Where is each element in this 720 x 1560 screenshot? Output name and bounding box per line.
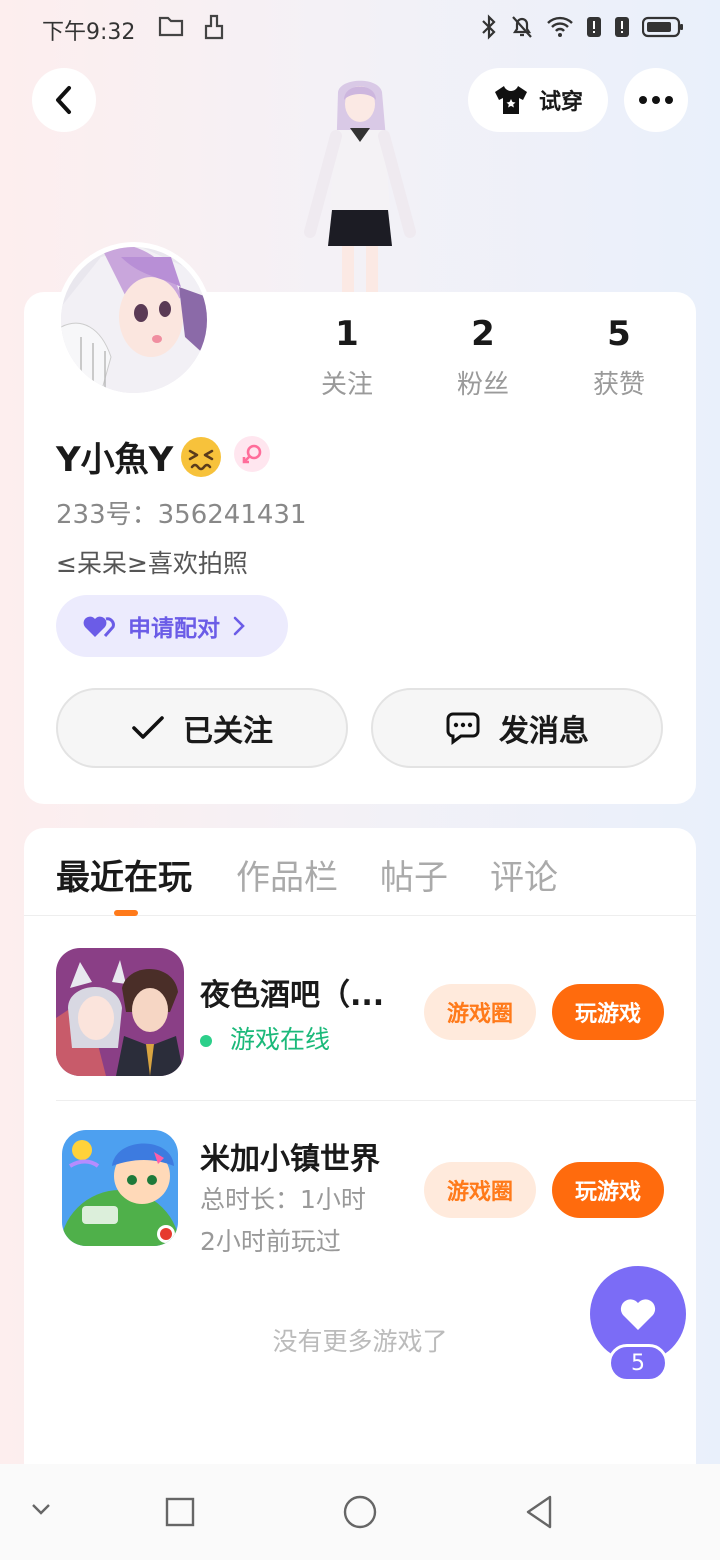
online-status-text: 游戏在线: [230, 1025, 331, 1054]
heart-icon: [620, 1299, 656, 1330]
try-on-button[interactable]: 试穿: [468, 68, 608, 132]
try-on-label: 试穿: [538, 90, 583, 115]
game-icon[interactable]: [56, 948, 184, 1076]
game-duration: 总时长：1小时: [200, 1185, 366, 1214]
more-button[interactable]: [624, 68, 688, 132]
stat-followers[interactable]: 2 粉丝: [428, 314, 538, 401]
pair-request-label: 申请配对: [128, 616, 220, 642]
tab-works[interactable]: 作品栏: [236, 850, 338, 899]
follow-button[interactable]: 已关注: [56, 688, 348, 768]
chat-bubble-icon: [446, 712, 480, 745]
game-row[interactable]: 米加小镇世界 总时长：1小时 2小时前玩过 游戏圈 玩游戏: [56, 1130, 664, 1270]
game-title: 米加小镇世界: [200, 1142, 380, 1177]
user-id: 233号：356241431: [56, 500, 307, 530]
bluetooth-icon: [482, 14, 496, 40]
game-title: 夜色酒吧（...: [200, 978, 385, 1013]
pair-request-button[interactable]: 申请配对: [56, 595, 288, 657]
battery-icon: [642, 16, 683, 38]
like-count-badge: 5: [608, 1344, 668, 1382]
game-row[interactable]: 夜色酒吧（... 游戏在线 游戏圈 玩游戏: [56, 948, 664, 1088]
game-circle-button[interactable]: 游戏圈: [424, 1162, 536, 1218]
game-online-status: 游戏在线: [200, 1020, 330, 1056]
message-label: 发消息: [499, 714, 589, 749]
folder-icon: [158, 14, 184, 42]
play-game-button[interactable]: 玩游戏: [552, 984, 664, 1040]
tab-recently-played[interactable]: 最近在玩: [56, 850, 192, 899]
chevron-right-icon: [233, 616, 245, 636]
back-button[interactable]: [32, 68, 96, 132]
avatar[interactable]: [56, 242, 212, 398]
divider: [56, 1100, 696, 1101]
more-dots-icon: [639, 96, 673, 104]
tab-indicator: [114, 910, 138, 916]
game-icon[interactable]: [62, 1130, 178, 1246]
stat-label: 获赞: [592, 370, 645, 400]
username: Y小魚Y: [56, 432, 223, 481]
stat-following[interactable]: 1 关注: [292, 314, 402, 401]
follow-label: 已关注: [183, 714, 273, 749]
status-icons: [480, 14, 684, 40]
status-time: 下午9:32: [42, 20, 136, 45]
chevron-down-icon[interactable]: [30, 1502, 52, 1516]
status-bar: 下午9:32: [0, 0, 720, 58]
stat-likes[interactable]: 5 获赞: [564, 314, 674, 401]
chevron-left-icon: [56, 86, 71, 114]
content-card: 最近在玩 作品栏 帖子 评论 夜色酒吧（... 游戏在线 游戏圈 玩游戏 米加小…: [24, 828, 696, 1478]
tab-comments[interactable]: 评论: [490, 850, 558, 899]
game-last-played: 2小时前玩过: [200, 1227, 341, 1256]
tshirt-icon: [494, 86, 527, 114]
bio: ≤呆呆≥喜欢拍照: [56, 549, 248, 578]
stat-value: 2: [471, 314, 495, 354]
message-button[interactable]: 发消息: [371, 688, 663, 768]
female-icon: [242, 444, 262, 464]
stat-value: 5: [607, 314, 631, 354]
mute-bell-icon: [512, 16, 532, 38]
home-circle-icon[interactable]: [342, 1494, 378, 1530]
signal-alert-icon-2: [615, 17, 629, 37]
play-game-button[interactable]: 玩游戏: [552, 1162, 664, 1218]
stat-value: 1: [335, 314, 359, 354]
stat-label: 粉丝: [456, 370, 509, 400]
wifi-icon: [547, 16, 573, 37]
signal-alert-icon: [587, 17, 601, 37]
emoji-icon: [181, 436, 222, 477]
heart-pair-icon: [83, 616, 115, 637]
game-circle-button[interactable]: 游戏圈: [424, 984, 536, 1040]
usb-icon: [202, 14, 226, 44]
tab-bar: 最近在玩 作品栏 帖子 评论: [24, 828, 696, 916]
tab-posts[interactable]: 帖子: [380, 850, 448, 899]
recent-apps-icon[interactable]: [165, 1497, 195, 1527]
checkmark-icon: [132, 716, 164, 739]
username-text: Y小魚Y: [56, 440, 174, 480]
avatar-3d-figure[interactable]: [300, 72, 420, 294]
gender-badge: [234, 436, 270, 472]
back-triangle-icon[interactable]: [524, 1494, 554, 1530]
system-nav-bar: [0, 1464, 720, 1560]
online-dot: [200, 1035, 212, 1047]
stat-label: 关注: [320, 370, 373, 400]
